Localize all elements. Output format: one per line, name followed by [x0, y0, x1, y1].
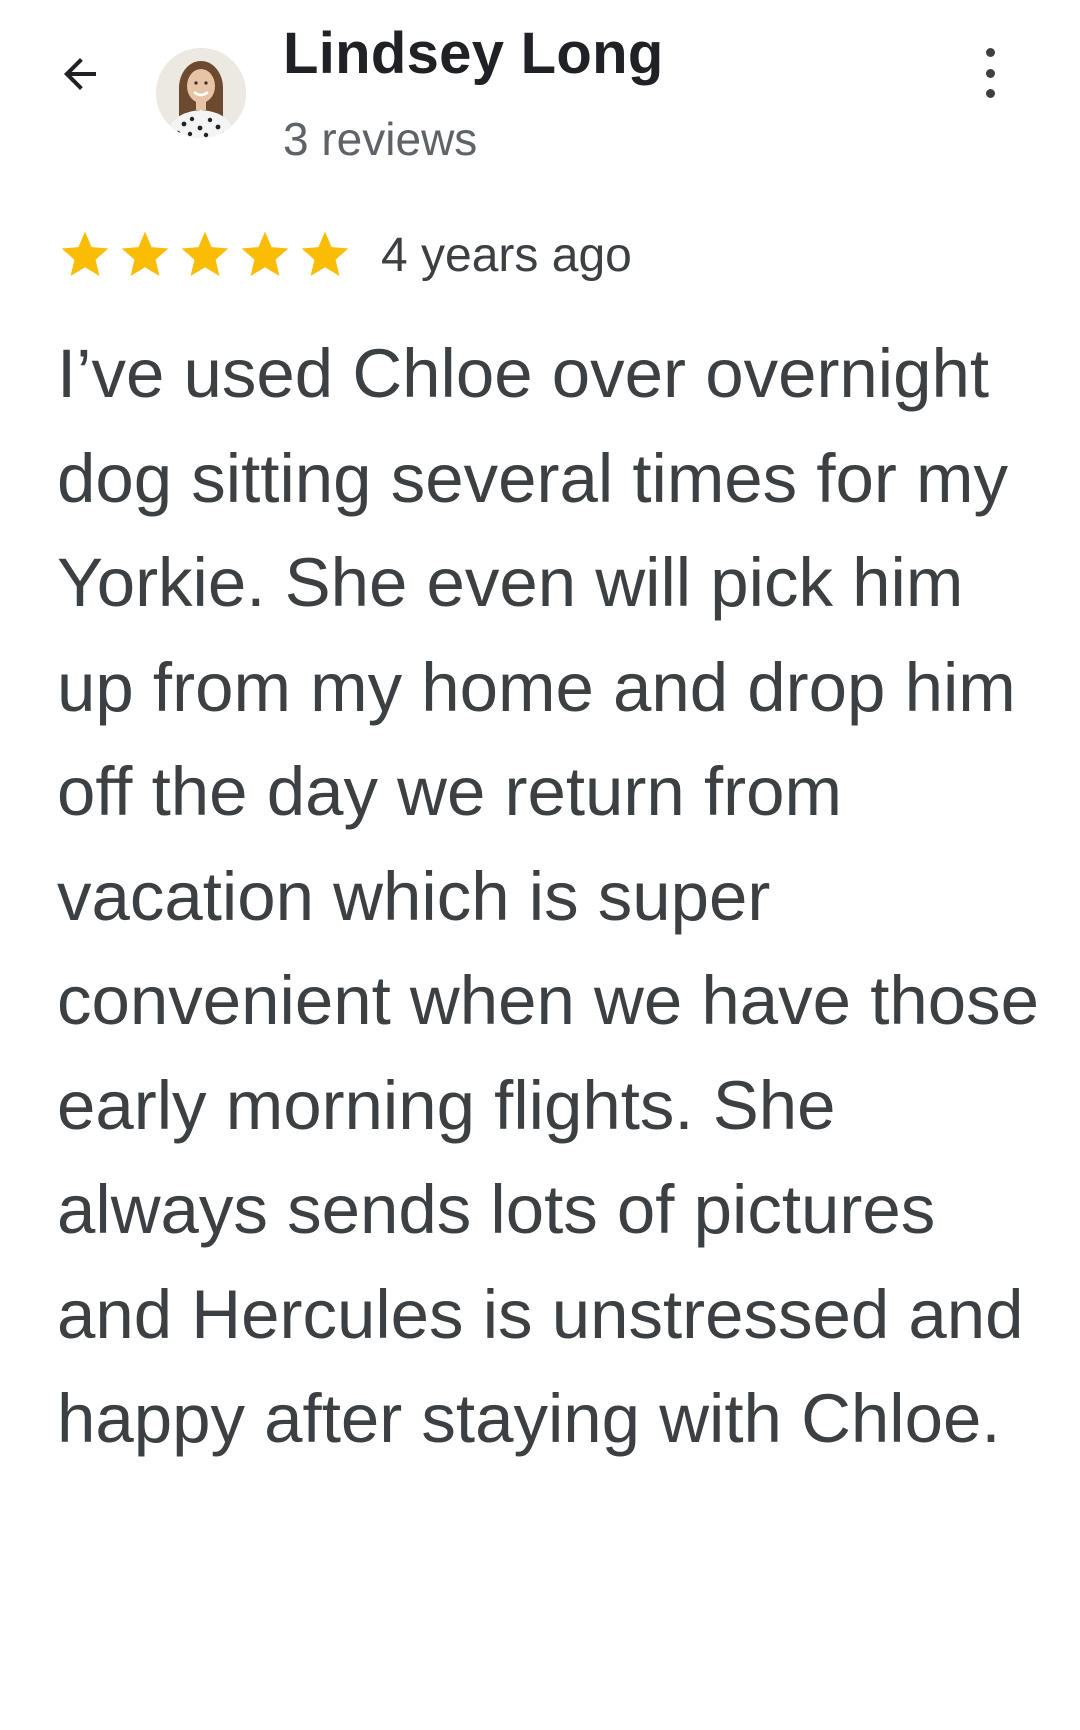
star-icon — [301, 231, 349, 276]
star-icon — [61, 231, 109, 276]
more-vertical-icon-dot — [985, 68, 995, 78]
avatar[interactable] — [156, 48, 246, 138]
more-vertical-icon-dot — [985, 89, 995, 98]
star-rating — [55, 227, 355, 283]
back-button[interactable] — [50, 44, 110, 104]
review-count[interactable]: 3 reviews — [283, 112, 477, 166]
review-header: Lindsey Long 3 reviews — [0, 0, 1080, 190]
more-vertical-icon — [985, 48, 995, 57]
star-icon — [241, 231, 289, 276]
reviewer-name[interactable]: Lindsey Long — [283, 20, 664, 87]
review-text: I’ve used Chloe over overnight dog sitti… — [57, 335, 1040, 1457]
profile-photo — [156, 48, 246, 138]
star-icon — [181, 231, 229, 276]
review-time: 4 years ago — [381, 228, 632, 282]
star-icon — [121, 231, 169, 276]
more-options-button[interactable] — [970, 48, 1010, 98]
rating-row: 4 years ago — [55, 225, 632, 285]
arrow-left-icon — [64, 58, 96, 90]
